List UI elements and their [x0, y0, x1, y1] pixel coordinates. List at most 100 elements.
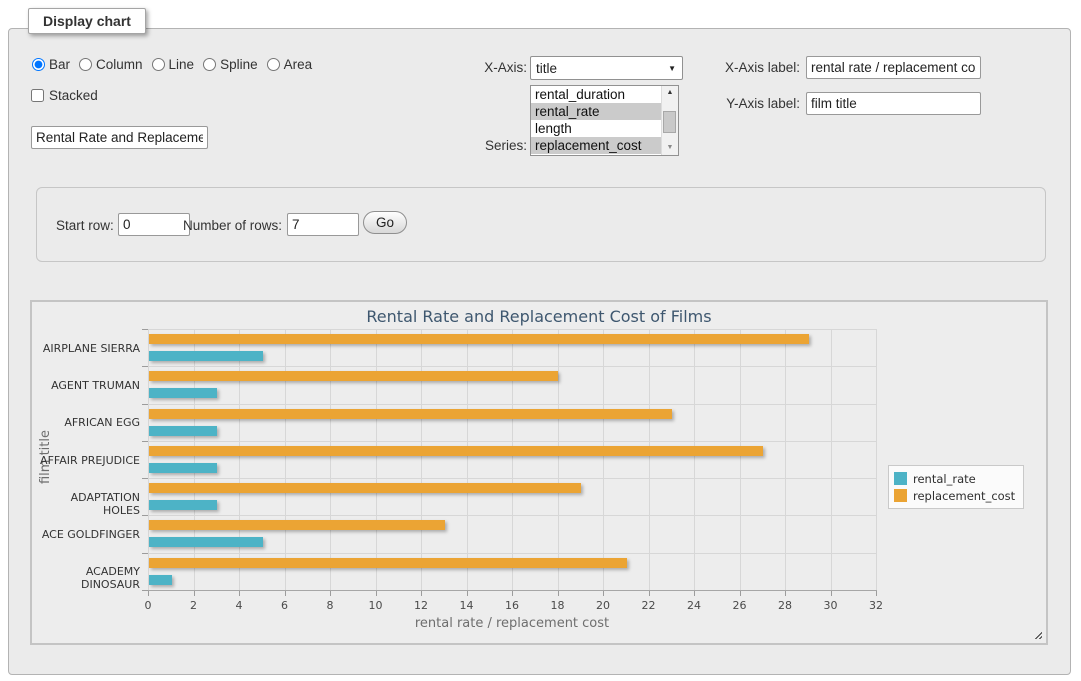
series-option-rental_rate[interactable]: rental_rate — [531, 103, 661, 120]
series-list-label: Series: — [410, 138, 527, 154]
x-axis-tick-label: 16 — [499, 599, 525, 612]
stacked-label: Stacked — [49, 88, 98, 103]
stacked-option[interactable]: Stacked — [31, 88, 98, 103]
bar-rental_rate — [149, 575, 172, 585]
category-label: AGENT TRUMAN — [32, 379, 140, 392]
start-row-label: Start row: — [56, 218, 114, 234]
chart-type-radio-line[interactable] — [152, 58, 165, 71]
chart-type-option-area[interactable]: Area — [267, 57, 313, 72]
bar-rental_rate — [149, 426, 217, 436]
y-gridline — [148, 553, 876, 554]
series-list-scrollbar[interactable]: ▲ ▼ — [661, 86, 678, 155]
legend-label: rental_rate — [913, 472, 976, 486]
x-gridline — [148, 329, 149, 590]
x-gridline — [831, 329, 832, 590]
bar-rental_rate — [149, 500, 217, 510]
chart-title-input[interactable] — [31, 126, 208, 149]
scrollbar-up-arrow-icon[interactable]: ▲ — [662, 86, 678, 100]
chart-type-option-line[interactable]: Line — [152, 57, 195, 72]
bar-replacement_cost — [149, 334, 809, 344]
series-option-rental_duration[interactable]: rental_duration — [531, 86, 661, 103]
category-label: AFFAIR PREJUDICE — [32, 454, 140, 467]
x-gridline — [603, 329, 604, 590]
x-gridline — [421, 329, 422, 590]
x-gridline — [194, 329, 195, 590]
x-gridline — [330, 329, 331, 590]
y-gridline — [148, 404, 876, 405]
number-of-rows-input[interactable] — [287, 213, 359, 236]
y-axis-label-input[interactable] — [806, 92, 981, 115]
y-axis-tick — [142, 366, 148, 367]
x-axis-select-label: X-Axis: — [410, 60, 527, 76]
y-axis-tick — [142, 329, 148, 330]
x-axis-tick-label: 20 — [590, 599, 616, 612]
stacked-checkbox[interactable] — [31, 89, 44, 102]
x-gridline — [649, 329, 650, 590]
number-of-rows-label: Number of rows: — [183, 218, 282, 234]
chart-type-option-label: Spline — [220, 57, 258, 72]
y-gridline — [148, 366, 876, 367]
start-row-input[interactable] — [118, 213, 190, 236]
chart-title: Rental Rate and Replacement Cost of Film… — [32, 307, 1046, 326]
bar-replacement_cost — [149, 558, 627, 568]
bar-replacement_cost — [149, 446, 763, 456]
y-gridline — [148, 515, 876, 516]
chart-type-radio-group: Bar Column Line Spline Area — [32, 57, 312, 72]
x-axis-tick-label: 18 — [545, 599, 571, 612]
y-axis-tick — [142, 404, 148, 405]
chart-type-radio-column[interactable] — [79, 58, 92, 71]
scrollbar-down-arrow-icon[interactable]: ▼ — [662, 141, 678, 155]
x-axis-tick-label: 28 — [772, 599, 798, 612]
series-option-replacement_cost[interactable]: replacement_cost — [531, 137, 661, 154]
y-gridline — [148, 441, 876, 442]
legend-entry-rental_rate[interactable]: rental_rate — [894, 470, 1015, 487]
go-button[interactable]: Go — [363, 211, 407, 234]
legend-swatch-icon — [894, 472, 907, 485]
chart-type-option-label: Area — [284, 57, 313, 72]
x-axis-select-wrap: title ▼ — [530, 56, 683, 80]
x-axis-tick-label: 26 — [727, 599, 753, 612]
y-axis-tick — [142, 515, 148, 516]
bar-replacement_cost — [149, 520, 445, 530]
chart-container: Rental Rate and Replacement Cost of Film… — [30, 300, 1048, 645]
bar-replacement_cost — [149, 409, 672, 419]
bar-rental_rate — [149, 463, 217, 473]
category-label: AIRPLANE SIERRA — [32, 342, 140, 355]
x-axis-tick-label: 10 — [363, 599, 389, 612]
y-gridline — [148, 329, 876, 330]
x-gridline — [376, 329, 377, 590]
bar-replacement_cost — [149, 371, 558, 381]
scrollbar-thumb[interactable] — [663, 111, 676, 133]
x-axis-tick-label: 24 — [681, 599, 707, 612]
series-multiselect[interactable]: ▲ ▼ rental_durationrental_ratelengthrepl… — [530, 85, 679, 156]
x-axis-tick-label: 6 — [272, 599, 298, 612]
x-gridline — [512, 329, 513, 590]
page: { "form": { "legend": "Display chart", "… — [0, 0, 1081, 681]
chart-type-radio-spline[interactable] — [203, 58, 216, 71]
x-gridline — [285, 329, 286, 590]
chart-resize-handle[interactable] — [1032, 629, 1042, 639]
x-axis-select[interactable]: title — [530, 56, 683, 80]
chart-type-radio-area[interactable] — [267, 58, 280, 71]
chart-type-radio-bar[interactable] — [32, 58, 45, 71]
x-gridline — [239, 329, 240, 590]
x-axis-tick-label: 14 — [454, 599, 480, 612]
x-axis-label-input[interactable] — [806, 56, 981, 79]
x-axis-line — [148, 590, 877, 591]
bar-replacement_cost — [149, 483, 581, 493]
x-axis-tick-label: 8 — [317, 599, 343, 612]
chart-type-option-column[interactable]: Column — [79, 57, 143, 72]
series-option-length[interactable]: length — [531, 120, 661, 137]
y-axis-tick — [142, 553, 148, 554]
fieldset-legend: Display chart — [28, 8, 146, 34]
x-axis-tick-label: 0 — [135, 599, 161, 612]
x-gridline — [694, 329, 695, 590]
legend-entry-replacement_cost[interactable]: replacement_cost — [894, 487, 1015, 504]
y-axis-label-caption: Y-Axis label: — [700, 96, 800, 112]
x-gridline — [558, 329, 559, 590]
category-label: AFRICAN EGG — [32, 416, 140, 429]
x-axis-tick-label: 22 — [636, 599, 662, 612]
y-axis-tick — [142, 478, 148, 479]
chart-type-option-bar[interactable]: Bar — [32, 57, 70, 72]
chart-type-option-spline[interactable]: Spline — [203, 57, 258, 72]
